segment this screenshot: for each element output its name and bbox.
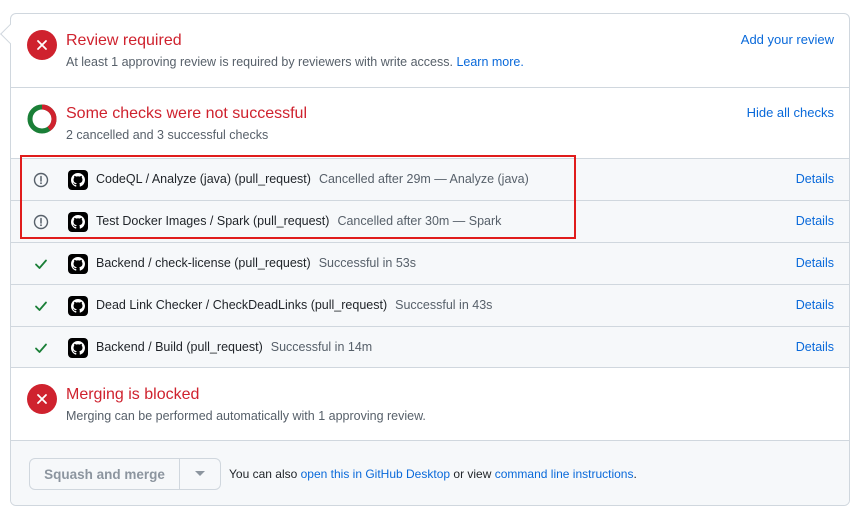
action-text-prefix: You can also (229, 467, 298, 481)
merging-blocked-subtitle: Merging can be performed automatically w… (66, 409, 426, 423)
check-row: Backend / check-license (pull_request) Su… (11, 243, 849, 285)
triangle-down-icon (195, 471, 205, 476)
details-link[interactable]: Details (796, 172, 834, 186)
check-row: CodeQL / Analyze (java) (pull_request) Ca… (11, 159, 849, 201)
check-name: Backend / Build (pull_request) (96, 340, 263, 354)
github-icon (68, 338, 88, 358)
squash-merge-split-button: Squash and merge (29, 458, 221, 490)
check-text: Backend / Build (pull_request) Successful… (96, 340, 372, 354)
checks-summary-section: Some checks were not successful 2 cancel… (11, 88, 849, 159)
check-description: Successful in 53s (318, 256, 416, 270)
checks-summary-title: Some checks were not successful (66, 105, 307, 122)
check-text: Dead Link Checker / CheckDeadLinks (pull… (96, 298, 492, 312)
merging-blocked-section: Merging is blocked Merging can be perfor… (11, 368, 849, 441)
check-icon (35, 259, 47, 269)
merge-action-section: Squash and merge You can also open this … (11, 441, 849, 505)
check-row: Dead Link Checker / CheckDeadLinks (pull… (11, 285, 849, 327)
github-icon (68, 212, 88, 232)
review-required-section: Review required At least 1 approving rev… (11, 14, 849, 88)
check-name: Dead Link Checker / CheckDeadLinks (pull… (96, 298, 388, 312)
github-desktop-link[interactable]: open this in GitHub Desktop (301, 467, 450, 481)
x-circle-icon (27, 384, 57, 414)
hide-all-checks-link[interactable]: Hide all checks (747, 105, 834, 120)
merge-alternatives-text: You can also open this in GitHub Desktop… (229, 467, 637, 481)
check-description: Cancelled after 30m — Spark (337, 214, 502, 228)
github-icon (68, 170, 88, 190)
check-text: Test Docker Images / Spark (pull_request… (96, 214, 501, 228)
checks-list: CodeQL / Analyze (java) (pull_request) Ca… (11, 159, 849, 368)
checks-donut-icon (27, 104, 57, 134)
check-name: CodeQL / Analyze (java) (pull_request) (96, 172, 311, 186)
details-link[interactable]: Details (796, 298, 834, 312)
learn-more-link[interactable]: Learn more. (456, 55, 523, 69)
review-required-text: At least 1 approving review is required … (66, 55, 453, 69)
github-icon (68, 254, 88, 274)
x-circle-icon (27, 30, 57, 60)
skip-circle-icon (33, 172, 49, 188)
skip-circle-icon (33, 214, 49, 230)
details-link[interactable]: Details (796, 214, 834, 228)
check-description: Cancelled after 29m — Analyze (java) (318, 172, 529, 186)
check-description: Successful in 14m (270, 340, 373, 354)
merge-method-dropdown[interactable] (180, 459, 220, 489)
add-review-link[interactable]: Add your review (741, 32, 834, 47)
check-name: Test Docker Images / Spark (pull_request… (96, 214, 330, 228)
checks-summary-subtitle: 2 cancelled and 3 successful checks (66, 128, 269, 142)
details-link[interactable]: Details (796, 256, 834, 270)
merge-status-panel: Review required At least 1 approving rev… (10, 13, 850, 506)
github-icon (68, 296, 88, 316)
action-text-middle: or view (453, 467, 492, 481)
check-text: CodeQL / Analyze (java) (pull_request) Ca… (96, 172, 529, 186)
action-text-suffix: . (633, 467, 637, 481)
details-link[interactable]: Details (796, 340, 834, 354)
check-row: Test Docker Images / Spark (pull_request… (11, 201, 849, 243)
merging-blocked-title: Merging is blocked (66, 386, 200, 403)
review-required-subtitle: At least 1 approving review is required … (66, 55, 524, 69)
review-required-title: Review required (66, 32, 182, 49)
command-line-link[interactable]: command line instructions (495, 467, 634, 481)
check-description: Successful in 43s (395, 298, 493, 312)
check-icon (35, 301, 47, 311)
check-text: Backend / check-license (pull_request) Su… (96, 256, 416, 270)
squash-and-merge-button[interactable]: Squash and merge (30, 459, 180, 489)
check-icon (35, 343, 47, 353)
check-name: Backend / check-license (pull_request) (96, 256, 311, 270)
check-row: Backend / Build (pull_request) Successful… (11, 327, 849, 368)
